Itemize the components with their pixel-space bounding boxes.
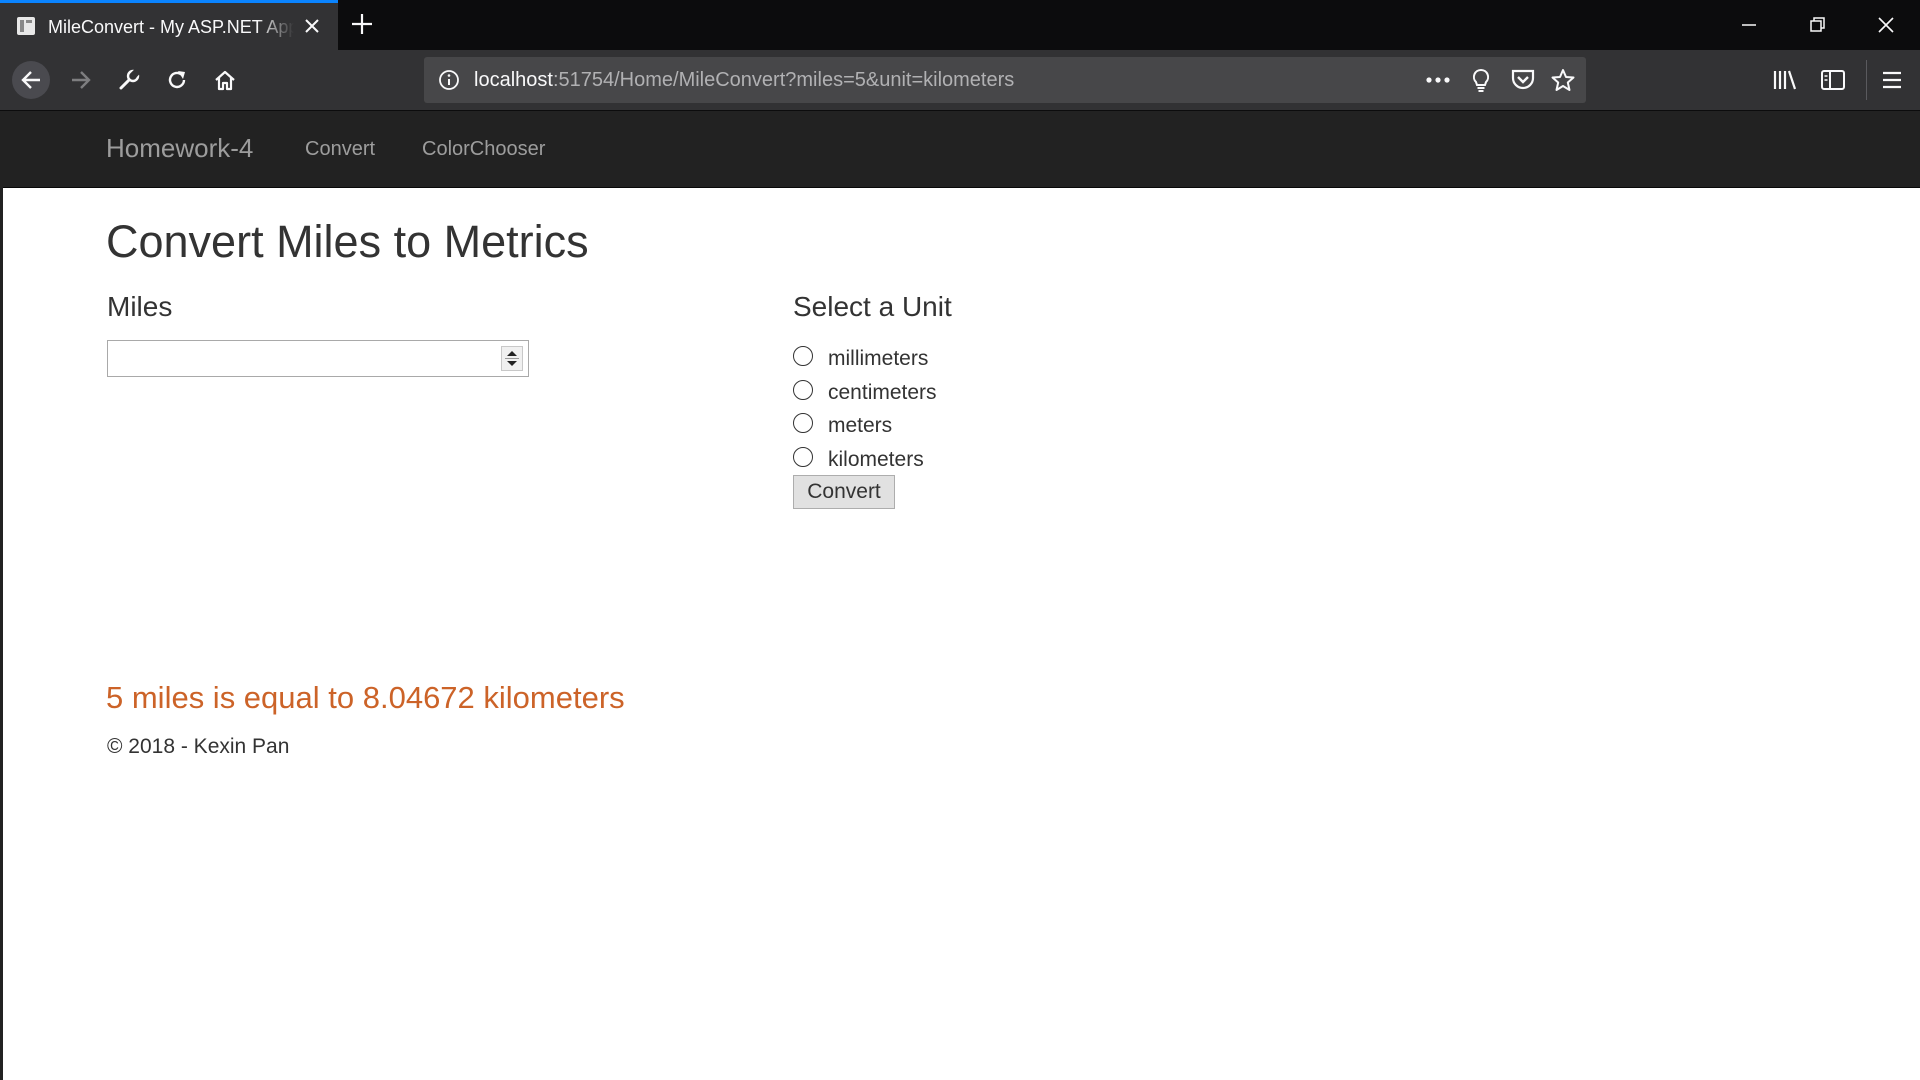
url-text[interactable]: localhost:51754/Home/MileConvert?miles=5… (474, 68, 1014, 92)
footer-copyright: © 2018 - Kexin Pan (107, 735, 290, 758)
bookmark-star-icon[interactable] (1550, 68, 1576, 92)
radio-label[interactable]: millimeters (828, 346, 928, 372)
unit-label: Select a Unit (793, 291, 952, 322)
spin-arrows-icon (505, 351, 519, 366)
brand-link[interactable]: Homework-4 (106, 133, 253, 163)
sidebar-toggle-icon[interactable] (1820, 68, 1846, 92)
arrow-right-icon (72, 71, 91, 89)
minimize-icon[interactable] (1734, 10, 1764, 40)
page-content: Homework-4 Convert ColorChooser Convert … (0, 111, 1920, 1080)
convert-button[interactable]: Convert (793, 475, 895, 509)
forward-button[interactable] (62, 61, 100, 99)
address-bar[interactable]: localhost:51754/Home/MileConvert?miles=5… (424, 57, 1586, 103)
developer-tools-button[interactable] (110, 61, 148, 99)
new-tab-icon[interactable] (350, 12, 374, 36)
reload-button[interactable] (158, 61, 196, 99)
arrow-left-icon (21, 71, 40, 89)
site-info-icon[interactable] (438, 69, 460, 91)
browser-toolbar: localhost:51754/Home/MileConvert?miles=5… (0, 50, 1920, 111)
page-title: Convert Miles to Metrics (106, 216, 589, 267)
conversion-result: 5 miles is equal to 8.04672 kilometers (106, 680, 625, 715)
radio-meters[interactable] (793, 413, 813, 433)
miles-input[interactable] (107, 340, 529, 377)
pocket-icon[interactable] (1510, 68, 1536, 92)
tab-strip: MileConvert - My ASP.NET Application (0, 0, 1920, 50)
reload-icon (168, 71, 186, 89)
browser-tab-active[interactable]: MileConvert - My ASP.NET Application (0, 0, 338, 50)
home-icon (215, 70, 235, 91)
miles-stepper[interactable] (501, 346, 523, 371)
url-path: :51754/Home/MileConvert?miles=5&unit=kil… (552, 69, 1015, 91)
miles-label: Miles (107, 291, 173, 322)
toolbar-divider (1866, 60, 1867, 100)
restore-icon[interactable] (1802, 10, 1832, 40)
tab-title: MileConvert - My ASP.NET Application (48, 17, 294, 37)
radio-label[interactable]: kilometers (828, 447, 924, 473)
wrench-icon (119, 69, 140, 90)
radio-kilometers[interactable] (793, 447, 813, 467)
page-favicon-icon (17, 17, 35, 35)
hamburger-menu-icon[interactable] (1880, 68, 1904, 92)
close-window-icon[interactable] (1871, 10, 1901, 40)
back-button[interactable] (12, 61, 50, 99)
site-navbar: Homework-4 Convert ColorChooser (3, 111, 1920, 188)
radio-label[interactable]: centimeters (828, 380, 937, 406)
radio-centimeters[interactable] (793, 380, 813, 400)
url-host: localhost (474, 69, 553, 91)
nav-link-colorchooser[interactable]: ColorChooser (422, 137, 545, 161)
radio-millimeters[interactable] (793, 346, 813, 366)
lightbulb-icon[interactable] (1470, 68, 1492, 92)
library-icon[interactable] (1772, 68, 1798, 92)
nav-link-convert[interactable]: Convert (305, 137, 375, 161)
page-actions-icon[interactable] (1424, 68, 1452, 92)
radio-label[interactable]: meters (828, 413, 892, 439)
home-button[interactable] (206, 61, 244, 99)
close-tab-icon[interactable] (302, 16, 322, 36)
